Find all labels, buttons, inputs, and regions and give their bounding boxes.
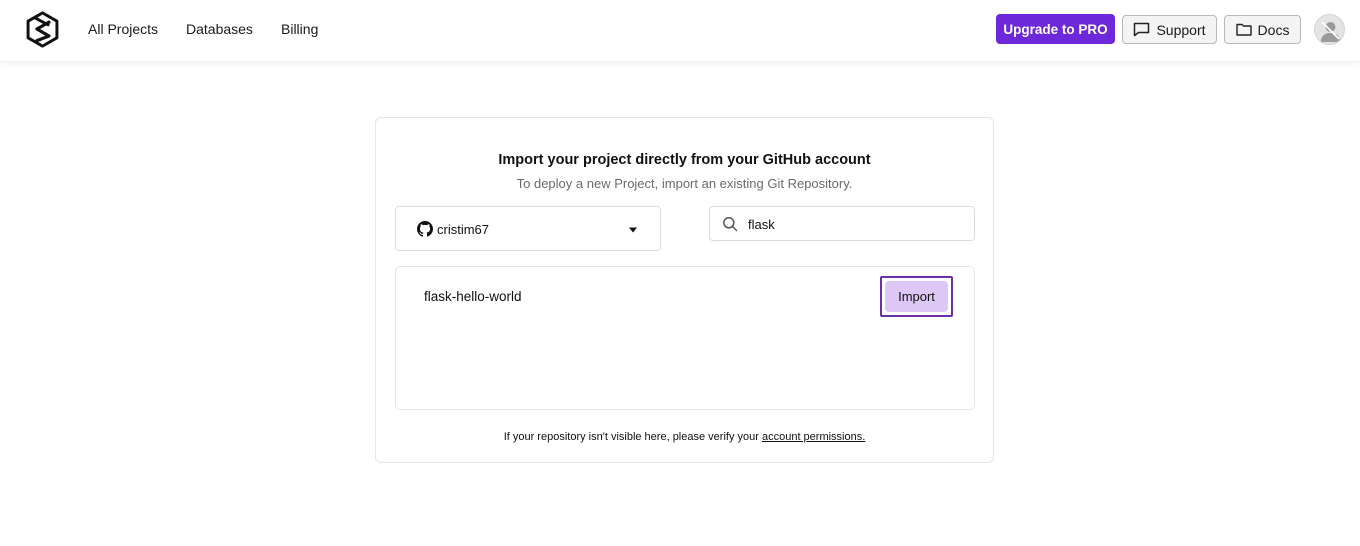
search-icon (723, 217, 738, 232)
import-button[interactable]: Import (885, 281, 948, 312)
permissions-note: If your repository isn't visible here, p… (376, 431, 993, 443)
import-button-label: Import (898, 289, 935, 304)
nav-all-projects[interactable]: All Projects (88, 21, 158, 37)
github-account-select[interactable]: cristim67 (395, 206, 661, 251)
github-account-name: cristim67 (437, 222, 490, 237)
nav-databases[interactable]: Databases (186, 21, 253, 37)
top-navigation-bar: All Projects Databases Billing Upgrade t… (0, 0, 1360, 62)
import-project-card: Import your project directly from your G… (375, 117, 994, 463)
nav-billing[interactable]: Billing (281, 21, 318, 37)
brand-logo-icon[interactable] (24, 11, 61, 48)
folder-icon (1235, 23, 1252, 36)
support-button[interactable]: Support (1122, 15, 1217, 44)
repository-name: flask-hello-world (424, 289, 522, 304)
card-subtitle: To deploy a new Project, import an exist… (516, 176, 853, 191)
docs-button[interactable]: Docs (1224, 15, 1301, 44)
caret-down-icon (629, 227, 637, 233)
upgrade-to-pro-button[interactable]: Upgrade to PRO (996, 14, 1115, 44)
import-button-focus-ring: Import (880, 276, 953, 317)
user-avatar[interactable] (1314, 14, 1345, 45)
repository-search-input[interactable] (748, 213, 958, 235)
permissions-note-text: If your repository isn't visible here, p… (503, 431, 759, 443)
docs-button-label: Docs (1257, 21, 1290, 38)
user-silhouette-icon (1320, 21, 1341, 42)
repository-search (709, 206, 975, 241)
upgrade-button-label: Upgrade to PRO (1003, 21, 1108, 37)
chat-bubble-icon (1134, 22, 1150, 37)
github-icon (417, 221, 433, 237)
account-permissions-link[interactable]: account permissions. (762, 431, 865, 443)
repository-list: flask-hello-world Import (395, 266, 975, 410)
support-button-label: Support (1156, 21, 1206, 38)
card-title: Import your project directly from your G… (498, 152, 871, 168)
